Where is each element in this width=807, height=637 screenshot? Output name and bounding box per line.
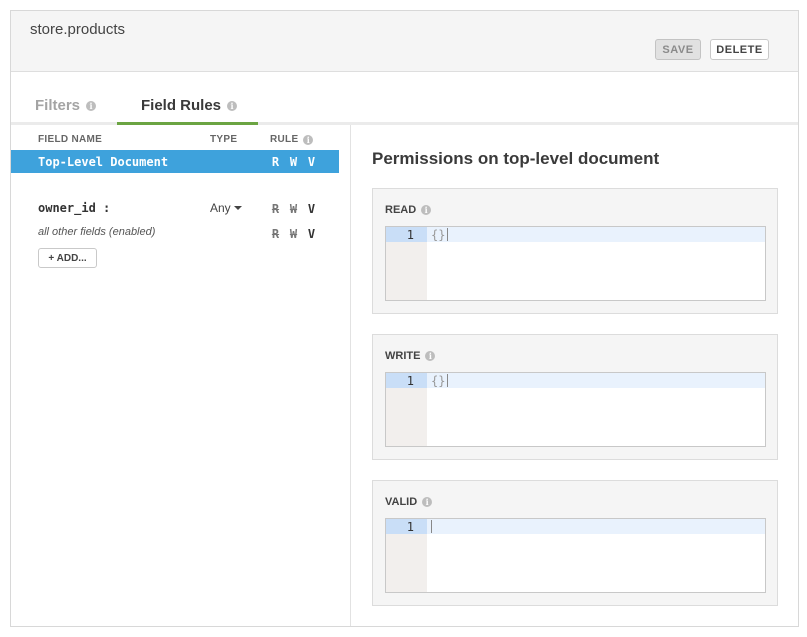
valid-rule-editor[interactable]: 1 xyxy=(385,518,766,593)
section-label-text: VALID xyxy=(385,496,418,508)
type-dropdown-value: Any xyxy=(210,201,231,215)
rule-valid-toggle[interactable]: V xyxy=(307,202,316,216)
info-icon[interactable]: i xyxy=(86,100,97,111)
text-cursor xyxy=(447,374,448,387)
line-number: 1 xyxy=(406,228,414,242)
tab-field-rules[interactable]: Field Rules i xyxy=(141,97,238,114)
type-dropdown[interactable]: Any xyxy=(210,201,242,215)
rule-read-toggle[interactable]: R xyxy=(271,227,280,241)
section-label: READ i xyxy=(385,204,432,216)
write-rule-section: WRITE i 1 {} xyxy=(372,334,778,460)
info-icon[interactable]: i xyxy=(421,205,432,215)
save-button[interactable]: SAVE xyxy=(655,39,701,60)
rule-valid-toggle[interactable]: V xyxy=(307,227,316,241)
section-label: VALID i xyxy=(385,496,433,508)
tab-filters[interactable]: Filters i xyxy=(35,97,97,114)
field-row-all-other-fields[interactable]: all other fields (enabled) xyxy=(38,226,155,238)
line-number: 1 xyxy=(406,374,414,388)
editor-code: {} xyxy=(431,374,446,388)
caret-down-icon xyxy=(233,206,242,210)
rule-write-toggle[interactable]: W xyxy=(289,202,298,216)
write-rule-editor[interactable]: 1 {} xyxy=(385,372,766,447)
tab-bar: Filters i Field Rules i xyxy=(11,73,798,125)
section-label: WRITE i xyxy=(385,350,436,362)
collection-title: store.products xyxy=(30,21,126,38)
text-cursor xyxy=(447,228,448,241)
line-number: 1 xyxy=(406,520,414,534)
column-header-rule: RULE i xyxy=(270,134,314,145)
section-label-text: READ xyxy=(385,204,417,216)
field-name: Top-Level Document xyxy=(38,155,169,169)
column-header-field-name: FIELD NAME xyxy=(38,134,102,145)
field-list: FIELD NAME TYPE RULE i Top-Level Documen… xyxy=(11,125,351,626)
rule-toggles: R W V xyxy=(271,227,316,241)
tab-filters-label: Filters xyxy=(35,97,81,114)
panel-header: store.products SAVE DELETE xyxy=(11,11,798,72)
editor-code: {} xyxy=(431,228,446,242)
column-header-type: TYPE xyxy=(210,134,237,145)
field-row-owner-id[interactable]: owner_id : xyxy=(38,201,110,215)
info-icon[interactable]: i xyxy=(425,351,436,361)
text-cursor xyxy=(431,520,432,533)
valid-rule-section: VALID i 1 xyxy=(372,480,778,606)
info-icon[interactable]: i xyxy=(303,134,314,145)
read-rule-section: READ i 1 {} xyxy=(372,188,778,314)
delete-button[interactable]: DELETE xyxy=(710,39,769,60)
column-header-label: TYPE xyxy=(210,134,238,145)
column-header-label: FIELD NAME xyxy=(38,134,103,145)
rule-write-toggle[interactable]: W xyxy=(289,227,298,241)
info-icon[interactable]: i xyxy=(422,497,433,507)
info-icon[interactable]: i xyxy=(227,100,238,111)
rule-toggles: R W V xyxy=(271,155,316,169)
rules-panel: store.products SAVE DELETE Filters i Fie… xyxy=(10,10,799,627)
add-field-button[interactable]: + ADD... xyxy=(38,248,97,268)
rule-read-toggle[interactable]: R xyxy=(271,155,280,169)
rule-toggles: R W V xyxy=(271,202,316,216)
rule-valid-toggle[interactable]: V xyxy=(307,155,316,169)
section-label-text: WRITE xyxy=(385,350,421,362)
rule-write-toggle[interactable]: W xyxy=(289,155,298,169)
field-row-top-level-document[interactable]: Top-Level Document R W V xyxy=(11,150,339,173)
rule-read-toggle[interactable]: R xyxy=(271,202,280,216)
tab-field-rules-label: Field Rules xyxy=(141,97,222,114)
active-line xyxy=(386,519,765,534)
read-rule-editor[interactable]: 1 {} xyxy=(385,226,766,301)
permissions-title: Permissions on top-level document xyxy=(372,149,660,168)
column-header-label: RULE xyxy=(270,134,299,145)
